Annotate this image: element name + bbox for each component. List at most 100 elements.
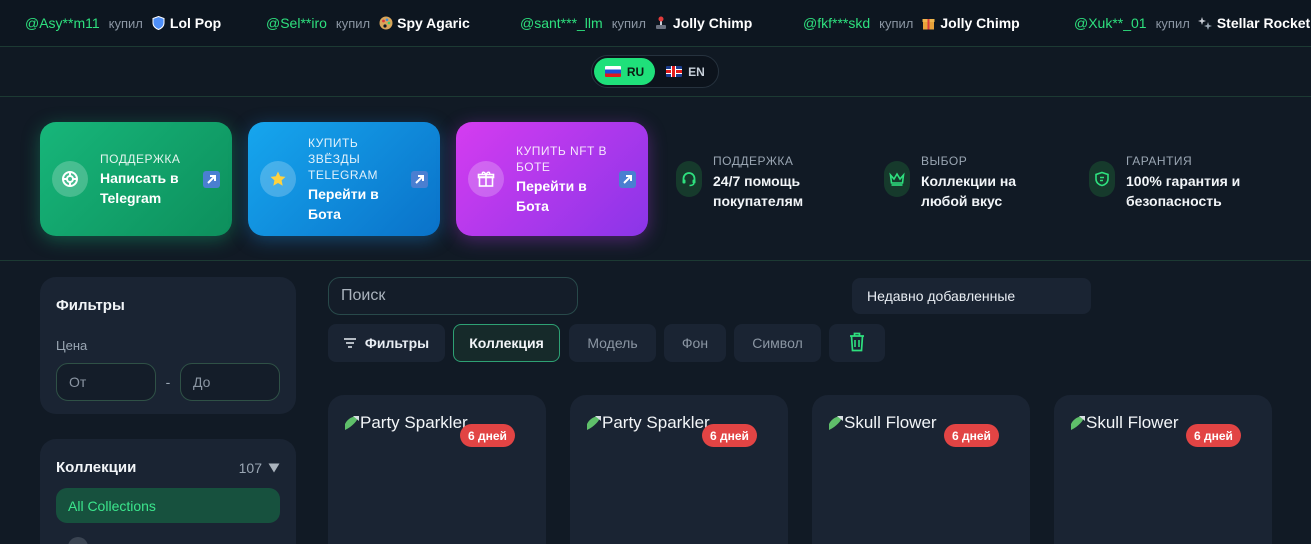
product-name: Party Sparkler — [602, 413, 710, 432]
language-ru-button[interactable]: RU — [594, 58, 655, 85]
joystick-icon — [654, 16, 669, 31]
page: @Asy**m11 купил Lol Pop @Sel**iro купил … — [0, 0, 1311, 544]
support-telegram-card[interactable]: ПОДДЕРЖКА Написать в Telegram — [40, 122, 232, 236]
card-kicker: КУПИТЬ ЗВЁЗДЫ TELEGRAM — [308, 135, 379, 182]
ticker-gift: Spy Agaric — [397, 15, 470, 31]
buy-stars-card[interactable]: КУПИТЬ ЗВЁЗДЫ TELEGRAM Перейти в Бота — [248, 122, 440, 236]
price-label: Цена — [56, 338, 88, 353]
chip-symbol[interactable]: Символ — [734, 324, 821, 362]
product-image: Party Sparkler — [586, 413, 710, 433]
crown-icon — [884, 161, 910, 197]
feature-title: 100% гарантия и безопасность — [1126, 173, 1241, 209]
gift-icon — [468, 161, 504, 197]
broken-image-icon — [828, 415, 844, 431]
collections-panel: Коллекции 107 All Collections — [40, 439, 296, 544]
ticker-item: @fkf***skd купил Jolly Chimp — [803, 14, 1020, 32]
price-to-input[interactable] — [180, 363, 280, 401]
broken-image-icon — [1070, 415, 1086, 431]
card-title: Перейти в Бота — [516, 177, 587, 214]
ticker-verb: купил — [879, 15, 914, 31]
ticker-verb: купил — [1155, 15, 1190, 31]
feature-kicker: ВЫБОР — [921, 154, 968, 168]
russia-flag-icon — [604, 66, 621, 77]
feature-choice: ВЫБОР Коллекции на любой вкус — [884, 154, 1031, 210]
ticker-gift: Lol Pop — [169, 15, 222, 31]
external-link-icon — [619, 170, 636, 188]
ticker-gift: Stellar Rocket — [1216, 15, 1311, 31]
product-name: Skull Flower — [844, 413, 937, 432]
price-from-input[interactable] — [56, 363, 156, 401]
ticker-verb: купил — [611, 15, 646, 31]
language-en-label: EN — [688, 64, 705, 79]
filters-button-label: Фильтры — [364, 335, 430, 351]
filters-panel: Фильтры Цена - — [40, 277, 296, 414]
card-kicker: ПОДДЕРЖКА — [100, 151, 181, 166]
filters-title: Фильтры — [56, 297, 125, 314]
ticker-item: @sant***_llm купил Jolly Chimp — [520, 14, 752, 32]
external-link-icon — [203, 170, 220, 188]
ticker-user: @sant***_llm — [520, 15, 603, 31]
collections-toggle[interactable]: 107 — [239, 460, 280, 476]
feature-title: Коллекции на любой вкус — [921, 173, 1017, 209]
ticker-user: @Sel**iro — [266, 15, 327, 31]
card-title: Написать в Telegram — [100, 169, 179, 206]
support-ring-icon — [52, 161, 88, 197]
product-image: Skull Flower — [828, 413, 937, 433]
feature-kicker: ГАРАНТИЯ — [1126, 154, 1193, 168]
ticker-user: @fkf***skd — [803, 15, 871, 31]
product-card[interactable]: Party Sparkler 6 дней — [570, 395, 788, 544]
clear-filters-button[interactable] — [829, 324, 885, 362]
hero-section: ПОДДЕРЖКА Написать в Telegram КУПИТЬ ЗВЁ… — [0, 97, 1311, 261]
price-range: - — [56, 363, 280, 401]
product-name: Party Sparkler — [360, 413, 468, 432]
feature-guarantee: ГАРАНТИЯ 100% гарантия и безопасность — [1089, 154, 1256, 210]
language-en-button[interactable]: EN — [655, 58, 716, 85]
broken-image-icon — [586, 415, 602, 431]
chip-background[interactable]: Фон — [664, 324, 726, 362]
collection-item-all[interactable]: All Collections — [56, 488, 280, 523]
price-dash: - — [165, 374, 171, 390]
days-badge: 6 дней — [1186, 424, 1241, 447]
collection-avatar — [68, 537, 88, 544]
chip-collection[interactable]: Коллекция — [453, 324, 560, 362]
days-badge: 6 дней — [702, 424, 757, 447]
ticker-gift: Jolly Chimp — [672, 15, 753, 31]
ticker-item: @Xuk**_01 купил Stellar Rocket — [1074, 14, 1310, 32]
ticker-verb: купил — [335, 15, 371, 31]
headset-icon — [676, 161, 702, 197]
buy-nft-card[interactable]: КУПИТЬ NFT В БОТЕ Перейти в Бота — [456, 122, 648, 236]
uk-flag-icon — [666, 66, 683, 77]
product-card[interactable]: Skull Flower 6 дней — [1054, 395, 1272, 544]
collections-title: Коллекции — [56, 459, 137, 476]
trash-icon — [849, 332, 865, 355]
ticker-user: @Asy**m11 — [25, 15, 100, 31]
ticker-user: @Xuk**_01 — [1074, 15, 1147, 31]
product-name: Skull Flower — [1086, 413, 1179, 432]
days-badge: 6 дней — [460, 424, 515, 447]
sparkle-icon — [1198, 16, 1213, 31]
external-link-icon — [411, 170, 428, 188]
product-image: Skull Flower — [1070, 413, 1179, 433]
ticker-item: @Sel**iro купил Spy Agaric — [266, 14, 470, 32]
ticker-verb: купил — [108, 15, 143, 31]
filter-lines-icon — [343, 335, 356, 351]
feature-title: 24/7 помощь покупателям — [713, 173, 804, 209]
card-title: Перейти в Бота — [308, 185, 379, 222]
language-bar: RU EN — [0, 47, 1311, 97]
filters-button[interactable]: Фильтры — [328, 324, 445, 362]
card-kicker: КУПИТЬ NFT В БОТЕ — [516, 143, 607, 174]
feature-kicker: ПОДДЕРЖКА — [713, 154, 794, 168]
product-card[interactable]: Skull Flower 6 дней — [812, 395, 1030, 544]
search-input[interactable] — [328, 277, 578, 315]
product-image: Party Sparkler — [344, 413, 468, 433]
chip-model[interactable]: Модель — [569, 324, 656, 362]
language-ru-label: RU — [626, 64, 645, 79]
ticker-gift: Jolly Chimp — [940, 15, 1020, 31]
product-card[interactable]: Party Sparkler 6 дней — [328, 395, 546, 544]
language-switch: RU EN — [591, 55, 719, 88]
sort-select[interactable]: Недавно добавленные — [852, 278, 1091, 314]
shield-icon — [151, 16, 166, 31]
palette-icon — [378, 16, 393, 31]
days-badge: 6 дней — [944, 424, 999, 447]
shield-check-icon — [1089, 161, 1115, 197]
